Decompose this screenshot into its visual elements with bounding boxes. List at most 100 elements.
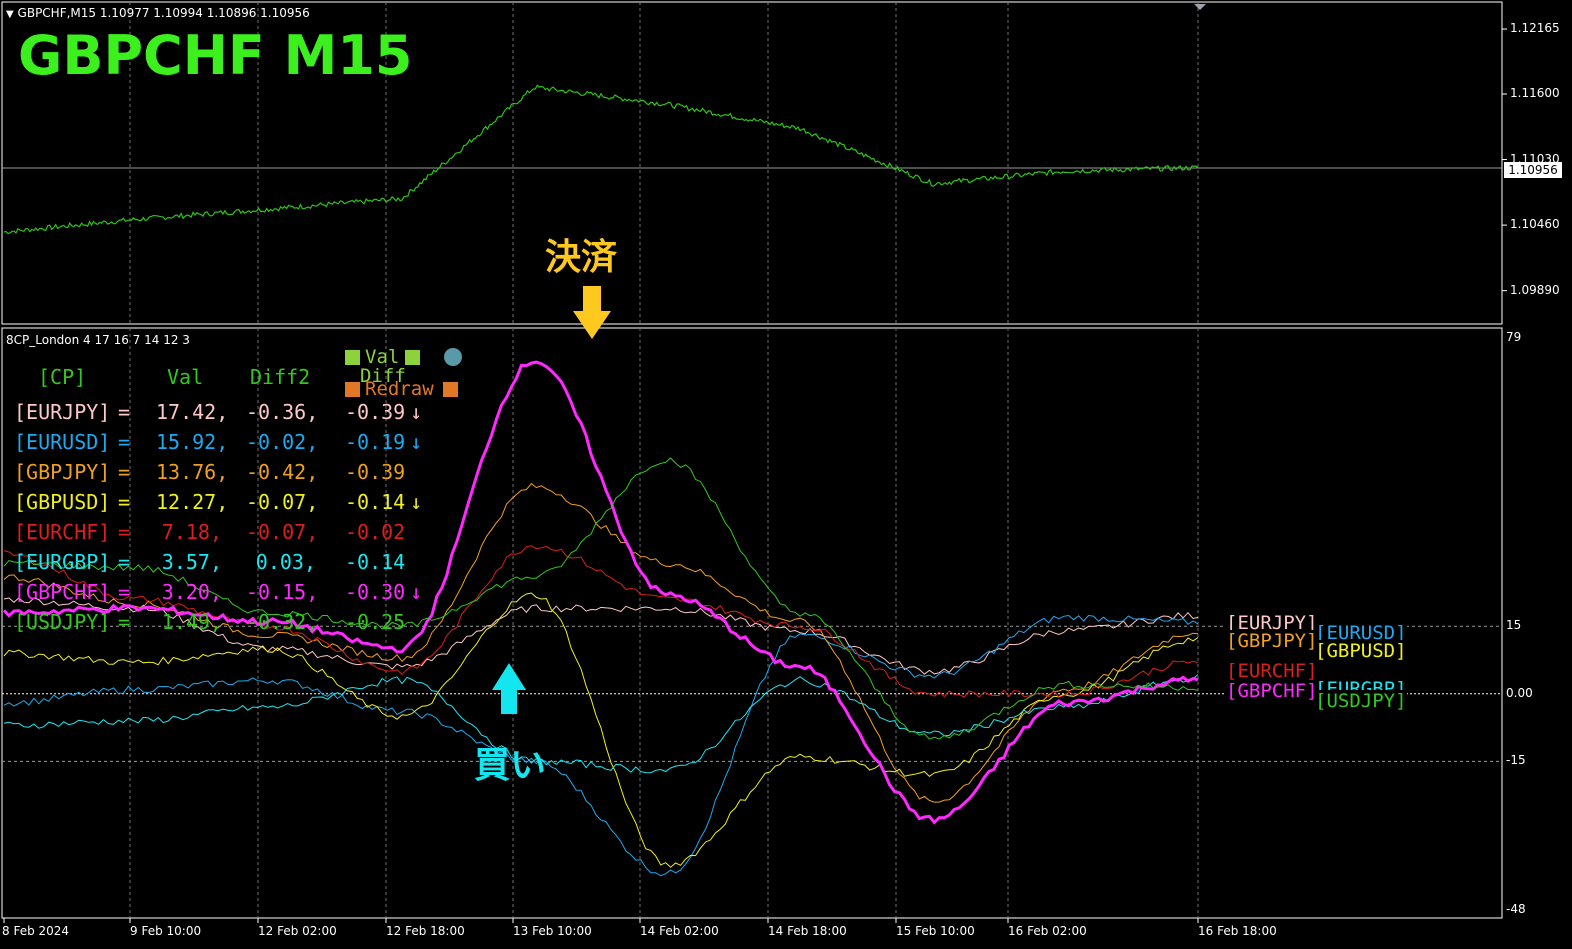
cell-eq: =: [118, 400, 131, 424]
chart-shift-marker-icon[interactable]: [1194, 4, 1206, 10]
cell-diff2: -0.07,: [246, 520, 319, 544]
cell-val: 13.76,: [156, 460, 229, 484]
right-label-eurchf: [EURCHF]: [1226, 660, 1318, 682]
cell-eq: =: [118, 460, 131, 484]
table-row-gbpjpy: [GBPJPY] = 13.76, -0.42, -0.39: [0, 460, 440, 486]
cell-pair: [GBPCHF]: [14, 580, 111, 604]
exit-annotation: 決済: [545, 237, 618, 278]
cell-diff2: 0.03,: [255, 550, 316, 574]
cell-eq: =: [118, 580, 131, 604]
price-tick-label: 1.09890: [1510, 282, 1560, 297]
right-label-gbpjpy: [GBPJPY]: [1226, 630, 1318, 652]
buy-arrow-icon: [492, 663, 526, 714]
redraw-button[interactable]: Redraw: [365, 378, 434, 400]
table-row-eurjpy: [EURJPY] = 17.42, -0.36, -0.39 ↓: [0, 400, 440, 426]
cell-arrow: ↓: [410, 400, 423, 424]
cell-val: 15.92,: [156, 430, 229, 454]
buy-annotation: 買い: [474, 745, 547, 786]
cell-diff2: -0.32,: [246, 610, 319, 634]
cell-val: 17.42,: [156, 400, 229, 424]
cell-diff: -0.25: [345, 610, 406, 634]
cell-diff: -0.14: [345, 550, 406, 574]
time-tick-label: 16 Feb 18:00: [1198, 924, 1277, 938]
indicator-tick-label: 79: [1506, 330, 1522, 344]
table-row-eurgbp: [EURGBP] = 3.57, 0.03, -0.14: [0, 550, 440, 576]
main-chart-header: ▼ GBPCHF,M15 1.10977 1.10994 1.10896 1.1…: [6, 6, 310, 20]
current-price-label: 1.10956: [1504, 162, 1562, 178]
cell-pair: [EURJPY]: [14, 400, 111, 424]
cell-val: 3.57,: [161, 550, 222, 574]
cell-val: 3.20,: [161, 580, 222, 604]
val-button-right-square[interactable]: [405, 350, 420, 365]
indicator-tick-label: 15: [1506, 618, 1522, 633]
time-tick-label: 14 Feb 18:00: [768, 924, 847, 938]
collapse-triangle-icon[interactable]: ▼: [6, 9, 14, 20]
cell-diff: -0.02: [345, 520, 406, 544]
time-tick-label: 14 Feb 02:00: [640, 924, 719, 938]
chart-title: GBPCHF M15: [18, 24, 413, 87]
series-line-eurusd: [3, 614, 1199, 877]
cell-diff2: -0.15,: [246, 580, 319, 604]
cell-arrow: ↓: [410, 490, 423, 514]
redraw-button-left-square[interactable]: [345, 382, 360, 397]
table-row-gbpchf: [GBPCHF] = 3.20, -0.15, -0.30 ↓: [0, 580, 440, 606]
header-diff2: Diff2: [250, 365, 311, 389]
val-button-left-square[interactable]: [345, 350, 360, 365]
time-tick-label: 12 Feb 18:00: [386, 924, 465, 938]
table-row-eurusd: [EURUSD] = 15.92, -0.02, -0.19 ↓: [0, 430, 440, 456]
cell-pair: [EURGBP]: [14, 550, 111, 574]
cell-val: 7.18,: [161, 520, 222, 544]
panel-toggle-icon[interactable]: [444, 348, 462, 366]
indicator-header: 8CP_London 4 17 16 7 14 12 3: [6, 333, 190, 347]
cell-diff: -0.30: [345, 580, 406, 604]
cell-diff2: -0.42,: [246, 460, 319, 484]
mt4-chart-window: ▼ GBPCHF,M15 1.10977 1.10994 1.10896 1.1…: [0, 0, 1572, 949]
cell-eq: =: [118, 490, 131, 514]
cell-diff: -0.14: [345, 490, 406, 514]
right-label-gbpusd: [GBPUSD]: [1315, 640, 1407, 662]
cell-diff2: -0.36,: [246, 400, 319, 424]
cell-pair: [GBPJPY]: [14, 460, 111, 484]
cell-diff2: -0.07,: [246, 490, 319, 514]
header-val: Val: [167, 365, 204, 389]
price-tick-label: 1.12165: [1510, 21, 1560, 36]
header-cp: [CP]: [38, 365, 87, 389]
table-row-gbpusd: [GBPUSD] = 12.27, -0.07, -0.14 ↓: [0, 490, 440, 516]
right-label-gbpchf: [GBPCHF]: [1226, 680, 1318, 702]
price-series-line: [3, 84, 1199, 235]
cell-diff2: -0.02,: [246, 430, 319, 454]
table-row-eurchf: [EURCHF] = 7.18, -0.07, -0.02: [0, 520, 440, 546]
redraw-button-right-square[interactable]: [443, 382, 458, 397]
annotation-arrows: [345, 4, 1206, 714]
time-tick-label: 9 Feb 10:00: [130, 924, 202, 938]
cell-diff: -0.39: [345, 460, 406, 484]
table-row-usdjpy: [USDJPY] = 1.49, -0.32, -0.25: [0, 610, 440, 636]
cell-pair: [USDJPY]: [14, 610, 111, 634]
cell-diff: -0.19: [345, 430, 406, 454]
cell-diff: -0.39: [345, 400, 406, 424]
time-tick-label: 8 Feb 2024: [2, 924, 70, 938]
price-tick-label: 1.11600: [1510, 86, 1560, 100]
cell-pair: [EURUSD]: [14, 430, 111, 454]
time-tick-label: 13 Feb 10:00: [513, 924, 592, 938]
cell-val: 12.27,: [156, 490, 229, 514]
time-tick-label: 16 Feb 02:00: [1008, 924, 1087, 938]
right-label-usdjpy: [USDJPY]: [1315, 690, 1407, 712]
cell-arrow: ↓: [410, 430, 423, 454]
indicator-tick-label: 0.00: [1506, 685, 1533, 700]
series-line-eurgbp: [3, 674, 1199, 774]
time-tick-label: 15 Feb 10:00: [896, 924, 975, 938]
cell-eq: =: [118, 520, 131, 544]
time-tick-label: 12 Feb 02:00: [258, 924, 337, 938]
cell-eq: =: [118, 550, 131, 574]
cell-eq: =: [118, 610, 131, 634]
exit-arrow-icon: [573, 286, 611, 339]
cell-val: 1.49,: [161, 610, 222, 634]
price-line: [3, 84, 1199, 235]
cell-eq: =: [118, 430, 131, 454]
main-header-text: GBPCHF,M15 1.10977 1.10994 1.10896 1.109…: [17, 6, 310, 20]
indicator-tick-label: -48: [1506, 902, 1526, 916]
cell-arrow: ↓: [410, 580, 423, 604]
cell-pair: [GBPUSD]: [14, 490, 111, 514]
indicator-tick-label: -15: [1506, 753, 1526, 768]
